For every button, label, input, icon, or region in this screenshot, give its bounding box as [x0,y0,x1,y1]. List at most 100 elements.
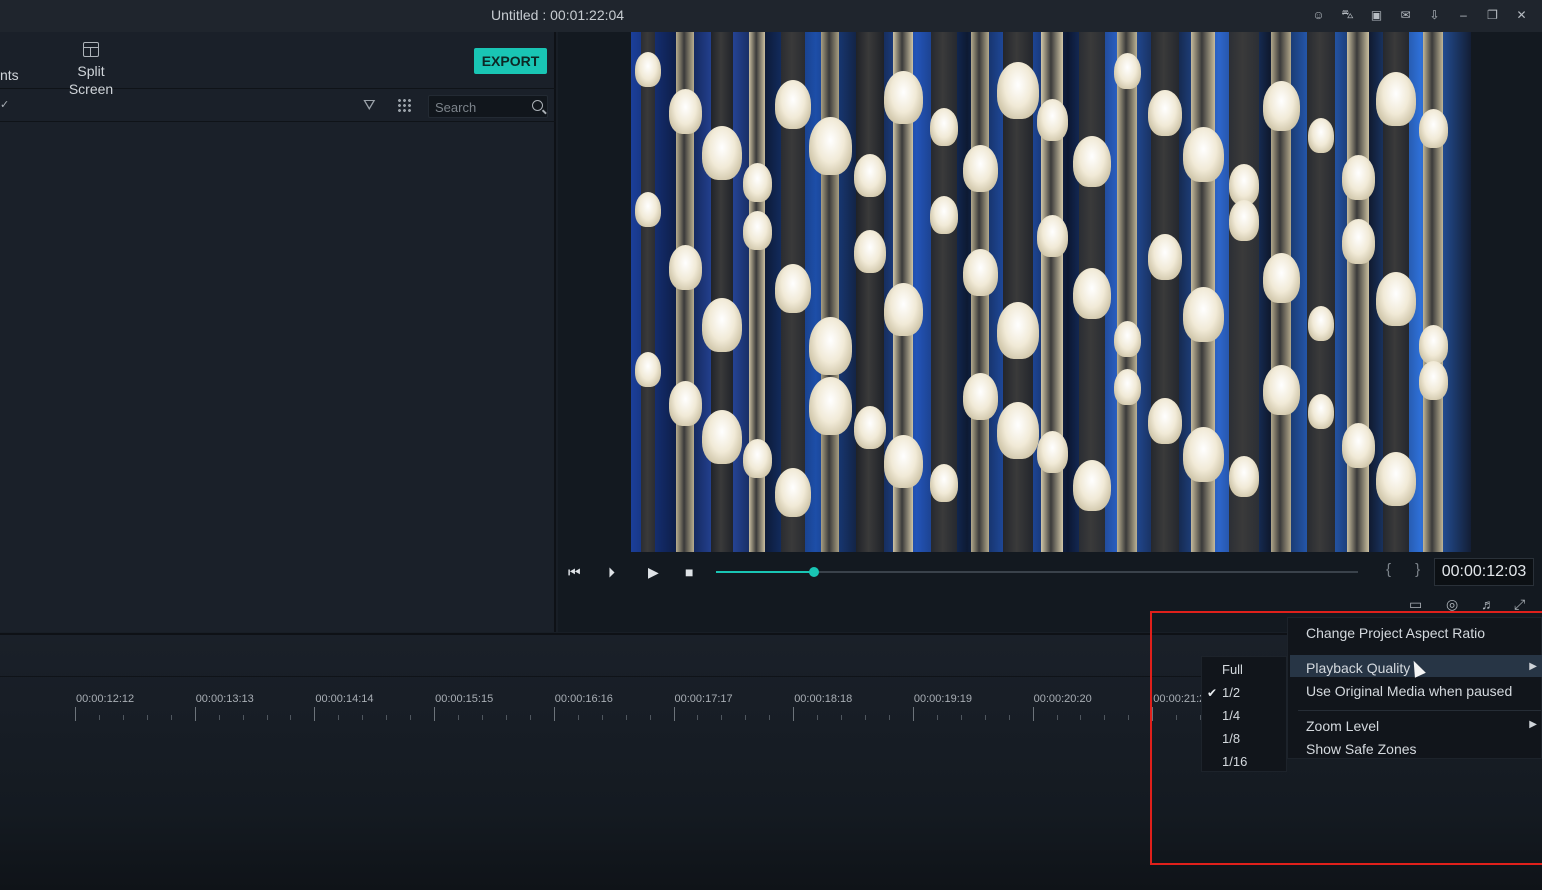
menu-item-zoom-level[interactable]: Zoom Level [1306,718,1379,734]
snapshot-icon[interactable]: ◎ [1446,596,1458,613]
lamp-globe [742,439,772,479]
lamp-globe [1182,127,1224,183]
lamp-globe [883,71,923,124]
media-toolbar: ✓ ⛛ [0,90,556,122]
quality-option[interactable]: 1/16 [1222,754,1247,769]
previous-frame-icon[interactable]: ⏮ [568,564,581,581]
save-icon[interactable]: ▣ [1364,5,1389,25]
lamp-globe [1182,287,1224,343]
lamp-globe [1036,431,1068,473]
ruler-minor-tick [601,715,603,720]
ruler-minor-tick [625,715,627,720]
lamp-globe [702,298,742,352]
search-box[interactable] [428,95,548,118]
progress-handle[interactable] [808,567,819,577]
lamp-globe [1308,118,1334,154]
lamp-globe [1113,53,1141,90]
ruler-minor-tick [410,715,412,720]
quality-option[interactable]: 1/2 [1222,685,1240,700]
ruler-minor-tick [1008,715,1010,720]
lamp-globe [1262,253,1300,303]
chevron-down-icon[interactable]: ✓ [0,98,9,111]
title-bar: Untitled : 00:01:22:04 ☺ ⛍ ▣ ✉ ⇩ – ❐ ✕ [0,0,1542,32]
current-timecode: 00:00:12:03 [1434,558,1534,586]
submenu-arrow-icon: ▶ [1529,719,1537,730]
media-tabbar: nts Split Screen EXPORT [0,32,556,97]
lamp-globe [1308,394,1334,430]
restore-icon[interactable]: ❐ [1480,5,1505,25]
ruler-minor-tick [386,715,388,720]
ruler-minor-tick [1104,715,1106,720]
lamp-globe [1418,325,1448,365]
lamp-globe [930,108,958,146]
close-icon[interactable]: ✕ [1509,5,1534,25]
lamp-globe [1376,452,1416,506]
lamp-globe [668,245,702,290]
lamp-post [1347,32,1369,552]
ruler-minor-tick [458,715,460,720]
play-icon[interactable]: ▶ [648,564,659,581]
ruler-time-label: 00:00:17:17 [674,693,733,705]
ruler-time-label: 00:00:15:15 [435,693,494,705]
ruler-major-tick [314,707,316,721]
lamp-globe [1148,398,1182,444]
ruler-minor-tick [170,715,172,720]
ruler-minor-tick [649,715,651,720]
lamp-globe [997,62,1039,119]
lamp-globe [1262,365,1300,415]
search-icon[interactable] [532,100,543,111]
lamp-globe [962,145,998,193]
ruler-minor-tick [697,715,699,720]
lamp-globe [1073,268,1111,320]
playback-progress-bar[interactable] [716,567,1358,577]
lamp-globe [1148,234,1182,280]
ruler-major-tick [553,707,555,721]
grid-view-icon[interactable] [397,98,411,112]
video-preview-frame[interactable] [631,32,1471,552]
lamp-globe [854,154,886,198]
lamp-globe [635,52,661,88]
cart-icon[interactable]: ⛍ [1335,5,1360,25]
minimize-icon[interactable]: – [1451,5,1476,25]
ruler-time-label: 00:00:14:14 [315,693,374,705]
tab-elements[interactable]: nts [0,67,19,83]
menu-item-show-safe-zones[interactable]: Show Safe Zones [1306,741,1417,757]
display-settings-icon[interactable]: ▭ [1409,596,1422,613]
user-icon[interactable]: ☺ [1306,5,1331,25]
search-input[interactable] [435,99,525,115]
lamp-globe [1182,427,1224,483]
lamp-globe [775,468,811,517]
mark-in-out-icon[interactable]: { } [1386,561,1430,578]
lamp-globe [930,464,958,502]
mail-icon[interactable]: ✉ [1393,5,1418,25]
submenu-arrow-icon: ▶ [1529,661,1537,672]
lamp-globe [1262,81,1300,131]
checkmark-icon: ✔ [1207,686,1218,700]
ruler-minor-tick [481,715,483,720]
ruler-minor-tick [122,715,124,720]
quality-option[interactable]: 1/4 [1222,708,1240,723]
preview-settings-menu: Change Project Aspect Ratio Playback Qua… [1287,617,1542,759]
ruler-minor-tick [1176,715,1178,720]
stop-icon[interactable]: ■ [685,564,693,580]
lamp-globe [997,402,1039,459]
download-icon[interactable]: ⇩ [1422,5,1447,25]
lamp-globe [883,435,923,488]
lamp-globe [668,89,702,134]
ruler-time-label: 00:00:20:20 [1033,693,1092,705]
lamp-globe [1341,155,1375,200]
menu-item-playback-quality[interactable]: Playback Quality [1306,660,1410,676]
play-frame-icon[interactable]: ⏵ [608,564,615,581]
quality-option[interactable]: 1/8 [1222,731,1240,746]
menu-item-use-original-media[interactable]: Use Original Media when paused [1306,683,1512,699]
export-button[interactable]: EXPORT [474,48,547,74]
volume-icon[interactable]: ♬ [1481,596,1495,612]
menu-item-change-aspect-ratio[interactable]: Change Project Aspect Ratio [1306,625,1485,641]
quality-option[interactable]: Full [1222,662,1243,677]
filter-icon[interactable]: ⛛ [363,97,379,114]
lamp-globe [702,410,742,464]
lamp-globe [883,283,923,336]
lamp-globe [1418,361,1448,401]
fullscreen-icon[interactable]: ⤢ [1514,596,1525,613]
lamp-globe [854,230,886,274]
